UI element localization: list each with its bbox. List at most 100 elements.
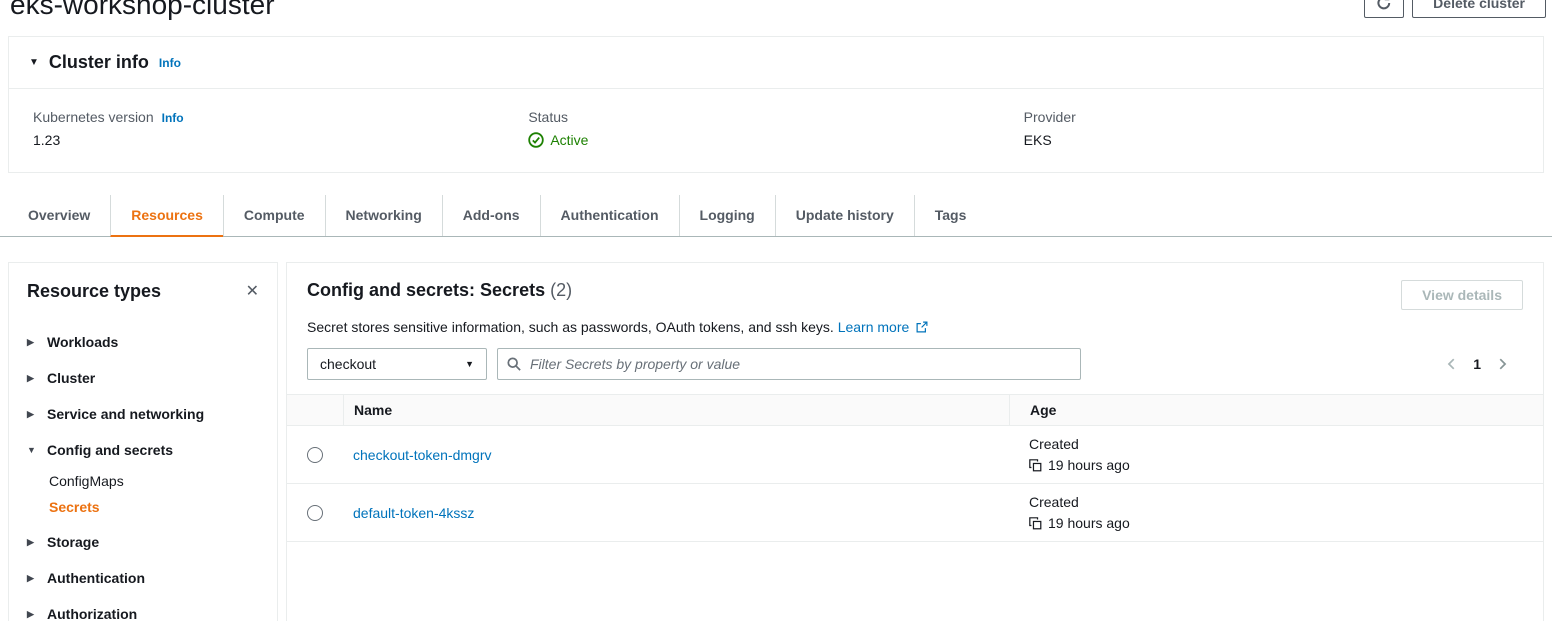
external-link-icon — [916, 321, 928, 333]
tab-logging[interactable]: Logging — [679, 195, 775, 236]
chevron-right-icon — [1495, 357, 1509, 371]
learn-more-link[interactable]: Learn more — [838, 319, 928, 335]
learn-more-label: Learn more — [838, 319, 910, 335]
pagination: 1 — [1443, 355, 1523, 373]
tab-compute[interactable]: Compute — [223, 195, 325, 236]
secrets-heading-text: Config and secrets: Secrets — [307, 280, 545, 300]
sidebar-item-label: Workloads — [47, 334, 118, 350]
secrets-description: Secret stores sensitive information, suc… — [307, 319, 834, 335]
sidebar-item-label: Config and secrets — [47, 442, 173, 458]
filter-dropdown[interactable]: checkout ▼ — [307, 348, 487, 380]
sidebar-item-storage[interactable]: ▶ Storage — [27, 524, 259, 560]
tab-tags[interactable]: Tags — [914, 195, 987, 236]
table-header: Name Age — [287, 394, 1543, 426]
resource-types-title: Resource types — [27, 281, 161, 302]
secrets-table: Name Age checkout-token-dmgrv Created — [287, 394, 1543, 542]
copy-icon[interactable] — [1029, 517, 1042, 530]
caret-down-icon: ▼ — [465, 359, 474, 369]
pagination-current-page[interactable]: 1 — [1471, 356, 1483, 372]
resource-types-tree: ▶ Workloads ▶ Cluster ▶ Service and netw… — [27, 324, 259, 621]
caret-right-icon: ▶ — [27, 409, 37, 420]
filter-dropdown-value: checkout — [320, 356, 376, 372]
column-header-age: Age — [1009, 395, 1543, 425]
cluster-info-section: ▼ Cluster info Info Kubernetes version I… — [8, 36, 1544, 173]
refresh-icon — [1376, 0, 1392, 11]
sidebar-item-configmaps[interactable]: ConfigMaps — [49, 468, 259, 494]
config-and-secrets-children: ConfigMaps Secrets — [49, 468, 259, 520]
status-label: Status — [528, 109, 1023, 125]
cluster-info-title: Cluster info — [49, 52, 149, 73]
search-icon — [507, 357, 521, 371]
header-actions: Delete cluster — [1364, 0, 1546, 18]
tab-authentication[interactable]: Authentication — [540, 195, 679, 236]
kubernetes-version-info-link[interactable]: Info — [162, 111, 184, 125]
tab-resources[interactable]: Resources — [110, 195, 223, 237]
eks-cluster-page: eks-workshop-cluster Delete cluster ▼ Cl… — [0, 0, 1552, 621]
sidebar-item-service-and-networking[interactable]: ▶ Service and networking — [27, 396, 259, 432]
status-active-icon — [528, 132, 544, 148]
secrets-heading: Config and secrets: Secrets (2) — [307, 280, 572, 301]
resources-content: Resource types ✕ ▶ Workloads ▶ Cluster ▶… — [8, 262, 1544, 621]
table-row: checkout-token-dmgrv Created 19 hours ag… — [287, 426, 1543, 484]
row-select-radio[interactable] — [307, 447, 323, 463]
column-header-name: Name — [343, 395, 1009, 425]
sidebar-item-authentication[interactable]: ▶ Authentication — [27, 560, 259, 596]
filter-row: checkout ▼ 1 — [287, 335, 1543, 394]
caret-right-icon: ▶ — [27, 373, 37, 384]
sidebar-item-authorization[interactable]: ▶ Authorization — [27, 596, 259, 621]
search-input[interactable] — [497, 348, 1081, 380]
provider-value: EKS — [1024, 132, 1519, 148]
status-value: Active — [550, 132, 588, 148]
copy-icon[interactable] — [1029, 459, 1042, 472]
kubernetes-version-field: Kubernetes version Info 1.23 — [33, 109, 528, 148]
kubernetes-version-label: Kubernetes version — [33, 109, 154, 125]
search-box — [497, 348, 1081, 380]
row-select-radio[interactable] — [307, 505, 323, 521]
provider-field: Provider EKS — [1024, 109, 1519, 148]
secrets-panel: Config and secrets: Secrets (2) View det… — [286, 262, 1544, 621]
table-row: default-token-4kssz Created 19 hours ago — [287, 484, 1543, 542]
caret-down-icon: ▼ — [29, 57, 39, 68]
cluster-info-info-link[interactable]: Info — [159, 56, 181, 70]
sidebar-item-workloads[interactable]: ▶ Workloads — [27, 324, 259, 360]
sidebar-item-config-and-secrets[interactable]: ▼ Config and secrets — [27, 432, 259, 468]
provider-label: Provider — [1024, 109, 1519, 125]
tab-update-history[interactable]: Update history — [775, 195, 914, 236]
age-value: 19 hours ago — [1048, 457, 1130, 473]
sidebar-item-secrets[interactable]: Secrets — [49, 494, 259, 520]
close-icon: ✕ — [246, 283, 259, 300]
created-label: Created — [1029, 494, 1543, 510]
page-header: eks-workshop-cluster Delete cluster — [0, 0, 1552, 28]
caret-right-icon: ▶ — [27, 537, 37, 548]
sidebar-item-label: Authorization — [47, 606, 137, 621]
delete-cluster-button[interactable]: Delete cluster — [1412, 0, 1546, 18]
page-title: eks-workshop-cluster — [10, 0, 275, 22]
resource-types-panel: Resource types ✕ ▶ Workloads ▶ Cluster ▶… — [8, 262, 278, 621]
secrets-description-row: Secret stores sensitive information, suc… — [287, 310, 1543, 335]
tab-overview[interactable]: Overview — [8, 195, 110, 236]
sidebar-item-label: Authentication — [47, 570, 145, 586]
caret-right-icon: ▶ — [27, 337, 37, 348]
sidebar-item-label: Service and networking — [47, 406, 204, 422]
cluster-tabs: Overview Resources Compute Networking Ad… — [0, 195, 1552, 237]
view-details-button[interactable]: View details — [1401, 280, 1523, 310]
secrets-count: (2) — [550, 280, 572, 300]
secret-name-link[interactable]: default-token-4kssz — [353, 505, 474, 521]
cluster-info-body: Kubernetes version Info 1.23 Status Acti… — [9, 89, 1543, 172]
status-field: Status Active — [528, 109, 1023, 148]
close-panel-button[interactable]: ✕ — [246, 284, 259, 300]
sidebar-item-label: Cluster — [47, 370, 95, 386]
created-label: Created — [1029, 436, 1543, 452]
pagination-next-button[interactable] — [1493, 355, 1511, 373]
caret-right-icon: ▶ — [27, 573, 37, 584]
sidebar-item-cluster[interactable]: ▶ Cluster — [27, 360, 259, 396]
tab-add-ons[interactable]: Add-ons — [442, 195, 540, 236]
caret-down-icon: ▼ — [27, 445, 37, 455]
pagination-prev-button[interactable] — [1443, 355, 1461, 373]
refresh-button[interactable] — [1364, 0, 1404, 18]
tab-networking[interactable]: Networking — [325, 195, 442, 236]
sidebar-item-label: Storage — [47, 534, 99, 550]
age-value: 19 hours ago — [1048, 515, 1130, 531]
secret-name-link[interactable]: checkout-token-dmgrv — [353, 447, 492, 463]
cluster-info-expander[interactable]: ▼ Cluster info Info — [9, 37, 1543, 89]
